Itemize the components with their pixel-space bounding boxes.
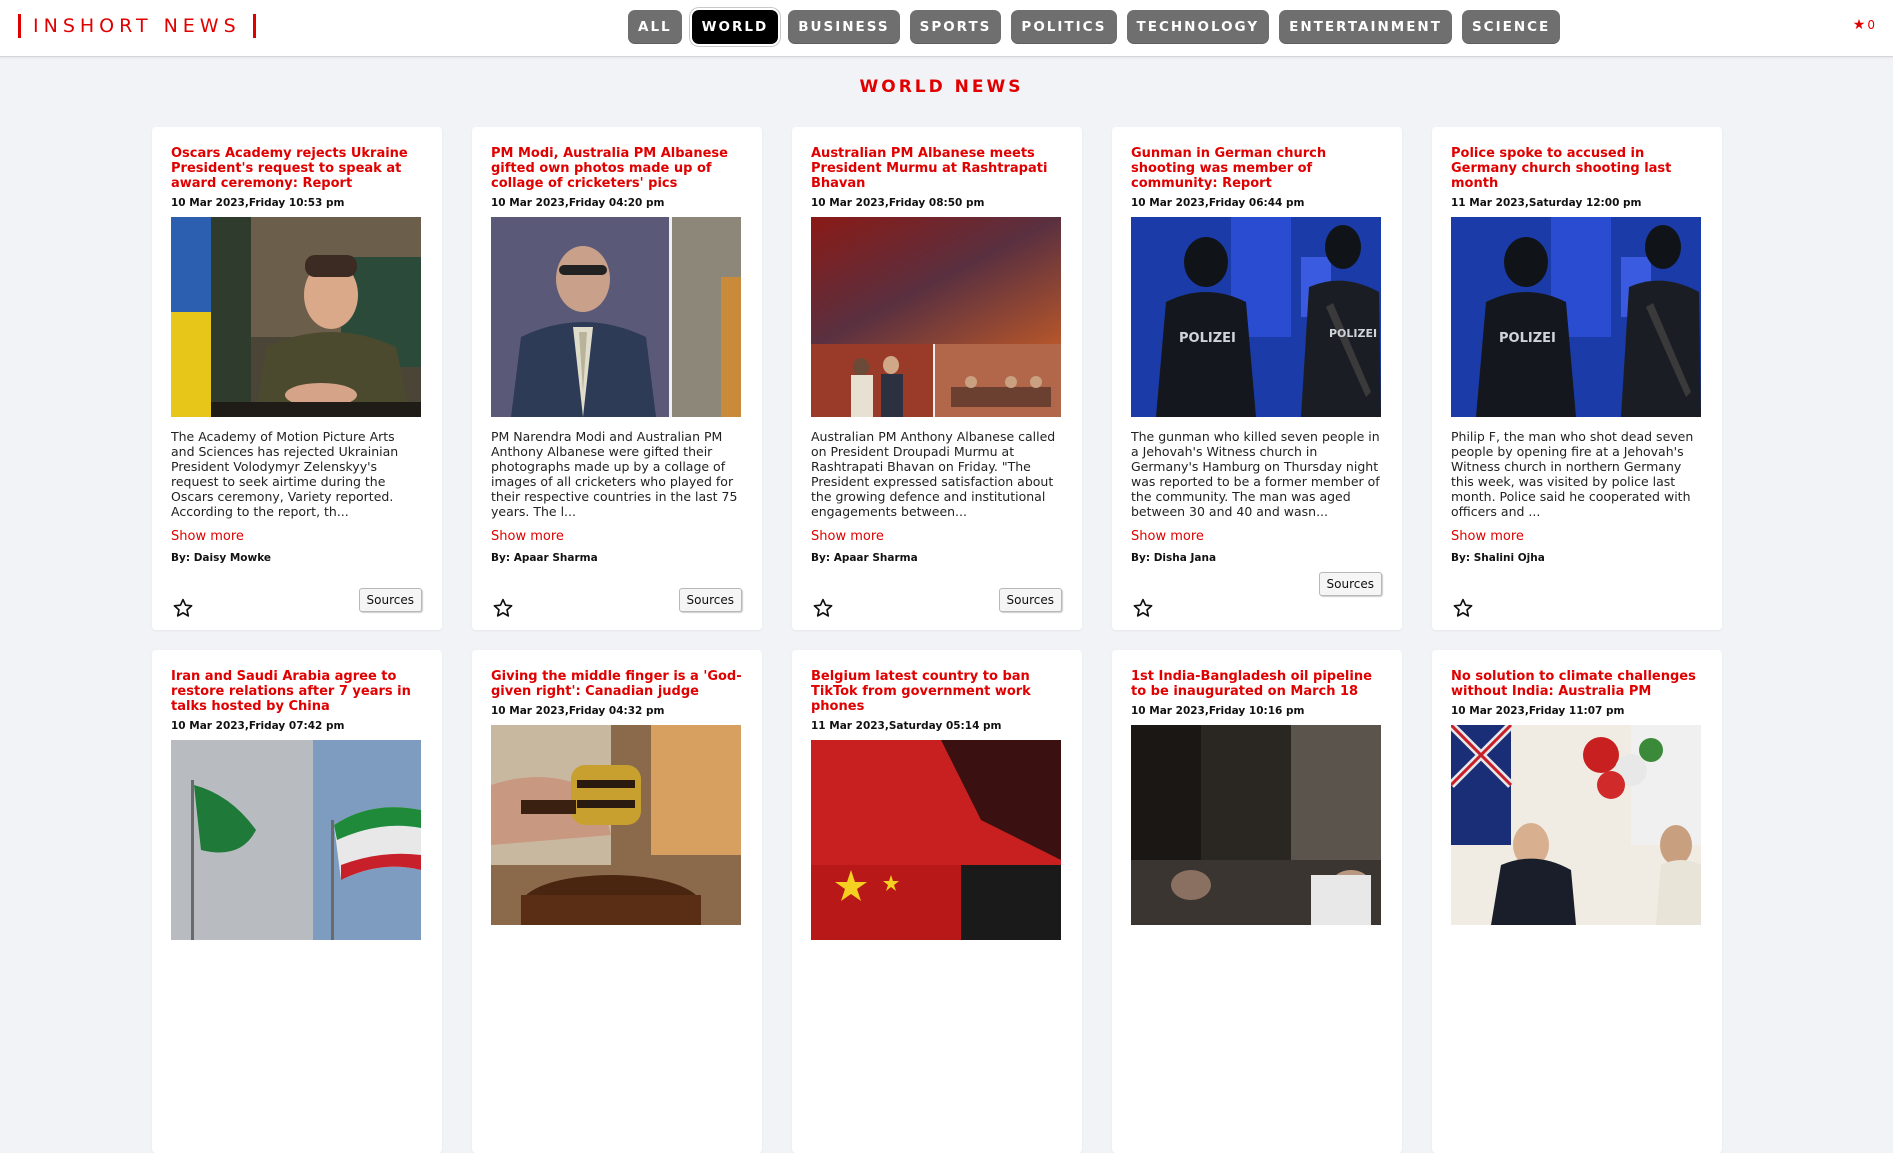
card-date: 10 Mar 2023,Friday 10:16 pm: [1131, 705, 1305, 717]
news-card: Oscars Academy rejects Ukraine President…: [152, 127, 442, 630]
news-card: Australian PM Albanese meets President M…: [792, 127, 1082, 630]
svg-text:POLIZEI: POLIZEI: [1329, 327, 1377, 340]
zelensky-photo: [171, 217, 421, 417]
page-title: WORLD NEWS: [859, 77, 1024, 97]
card-date: 10 Mar 2023,Friday 07:42 pm: [171, 720, 345, 732]
nav-business[interactable]: BUSINESS: [788, 10, 900, 44]
card-title[interactable]: 1st India-Bangladesh oil pipeline to be …: [1131, 669, 1382, 699]
albanese-murmu-photo: [811, 217, 1061, 417]
card-date: 10 Mar 2023,Friday 08:50 pm: [811, 197, 985, 209]
news-card: Giving the middle finger is a 'God-given…: [472, 650, 762, 1153]
gavel-photo: [491, 725, 741, 925]
albanese-modi-photo: [1451, 725, 1701, 925]
news-card: PM Modi, Australia PM Albanese gifted ow…: [472, 127, 762, 630]
card-author: By: Disha Jana: [1131, 552, 1217, 564]
nav-entertainment[interactable]: ENTERTAINMENT: [1279, 10, 1452, 44]
police-photo: POLIZEI POLIZEI: [1131, 217, 1381, 417]
star-icon: ★: [1852, 17, 1866, 33]
show-more-link[interactable]: Show more: [491, 529, 564, 544]
news-card: 1st India-Bangladesh oil pipeline to be …: [1112, 650, 1402, 1153]
card-date: 10 Mar 2023,Friday 04:32 pm: [491, 705, 665, 717]
card-date: 10 Mar 2023,Friday 10:53 pm: [171, 197, 345, 209]
card-date: 10 Mar 2023,Friday 04:20 pm: [491, 197, 665, 209]
tiktok-china-photo: [811, 740, 1061, 940]
favorite-star-icon[interactable]: [812, 597, 834, 619]
news-grid: Oscars Academy rejects Ukraine President…: [152, 127, 1722, 1153]
card-author: By: Shalini Ojha: [1451, 552, 1545, 564]
card-title[interactable]: Australian PM Albanese meets President M…: [811, 146, 1062, 191]
sources-button[interactable]: Sources: [1318, 572, 1382, 596]
news-card: Gunman in German church shooting was mem…: [1112, 127, 1402, 630]
sources-button[interactable]: Sources: [998, 588, 1062, 612]
favorite-star-icon[interactable]: [1132, 597, 1154, 619]
brand-logo[interactable]: INSHORT NEWS: [18, 14, 256, 38]
nav-politics[interactable]: POLITICS: [1011, 10, 1117, 44]
sources-button[interactable]: Sources: [678, 588, 742, 612]
show-more-link[interactable]: Show more: [171, 529, 244, 544]
card-date: 10 Mar 2023,Friday 11:07 pm: [1451, 705, 1625, 717]
svg-text:POLIZEI: POLIZEI: [1179, 331, 1236, 346]
top-navbar: INSHORT NEWS ALL WORLD BUSINESS SPORTS P…: [0, 0, 1893, 57]
show-more-link[interactable]: Show more: [1131, 529, 1204, 544]
svg-text:POLIZEI: POLIZEI: [1499, 331, 1556, 346]
card-description: PM Narendra Modi and Australian PM Antho…: [491, 429, 738, 519]
card-title[interactable]: PM Modi, Australia PM Albanese gifted ow…: [491, 146, 742, 191]
card-description: The gunman who killed seven people in a …: [1131, 429, 1380, 519]
favorites-counter[interactable]: ★ 0: [1853, 18, 1875, 32]
card-description: Australian PM Anthony Albanese called on…: [811, 429, 1056, 519]
card-description: Philip F, the man who shot dead seven pe…: [1451, 429, 1694, 519]
card-author: By: Apaar Sharma: [811, 552, 918, 564]
card-title[interactable]: Gunman in German church shooting was mem…: [1131, 146, 1382, 191]
card-title[interactable]: No solution to climate challenges withou…: [1451, 669, 1702, 699]
card-author: By: Apaar Sharma: [491, 552, 598, 564]
card-title[interactable]: Giving the middle finger is a 'God-given…: [491, 669, 742, 699]
news-card: Police spoke to accused in Germany churc…: [1432, 127, 1722, 630]
pipeline-photo: [1131, 725, 1381, 925]
card-description: The Academy of Motion Picture Arts and S…: [171, 429, 399, 519]
favorites-count: 0: [1867, 18, 1875, 32]
news-card: No solution to climate challenges withou…: [1432, 650, 1722, 1153]
police-photo: POLIZEI: [1451, 217, 1701, 417]
favorite-star-icon[interactable]: [1452, 597, 1474, 619]
card-author: By: Daisy Mowke: [171, 552, 272, 564]
card-date: 11 Mar 2023,Saturday 05:14 pm: [811, 720, 1002, 732]
card-date: 11 Mar 2023,Saturday 12:00 pm: [1451, 197, 1642, 209]
flags-photo: [171, 740, 421, 940]
card-date: 10 Mar 2023,Friday 06:44 pm: [1131, 197, 1305, 209]
show-more-link[interactable]: Show more: [811, 529, 884, 544]
nav-all[interactable]: ALL: [628, 10, 682, 44]
card-title[interactable]: Iran and Saudi Arabia agree to restore r…: [171, 669, 422, 714]
show-more-link[interactable]: Show more: [1451, 529, 1524, 544]
sources-button[interactable]: Sources: [358, 588, 422, 612]
favorite-star-icon[interactable]: [172, 597, 194, 619]
news-card: Iran and Saudi Arabia agree to restore r…: [152, 650, 442, 1153]
card-title[interactable]: Oscars Academy rejects Ukraine President…: [171, 146, 422, 191]
albanese-collage-photo: [491, 217, 741, 417]
card-title[interactable]: Police spoke to accused in Germany churc…: [1451, 146, 1702, 191]
news-card: Belgium latest country to ban TikTok fro…: [792, 650, 1082, 1153]
favorite-star-icon[interactable]: [492, 597, 514, 619]
nav-science[interactable]: SCIENCE: [1461, 10, 1561, 44]
nav-sports[interactable]: SPORTS: [909, 10, 1002, 44]
nav-technology[interactable]: TECHNOLOGY: [1126, 10, 1270, 44]
category-nav: ALL WORLD BUSINESS SPORTS POLITICS TECHN…: [628, 10, 1561, 44]
card-title[interactable]: Belgium latest country to ban TikTok fro…: [811, 669, 1062, 714]
nav-world[interactable]: WORLD: [691, 10, 779, 44]
